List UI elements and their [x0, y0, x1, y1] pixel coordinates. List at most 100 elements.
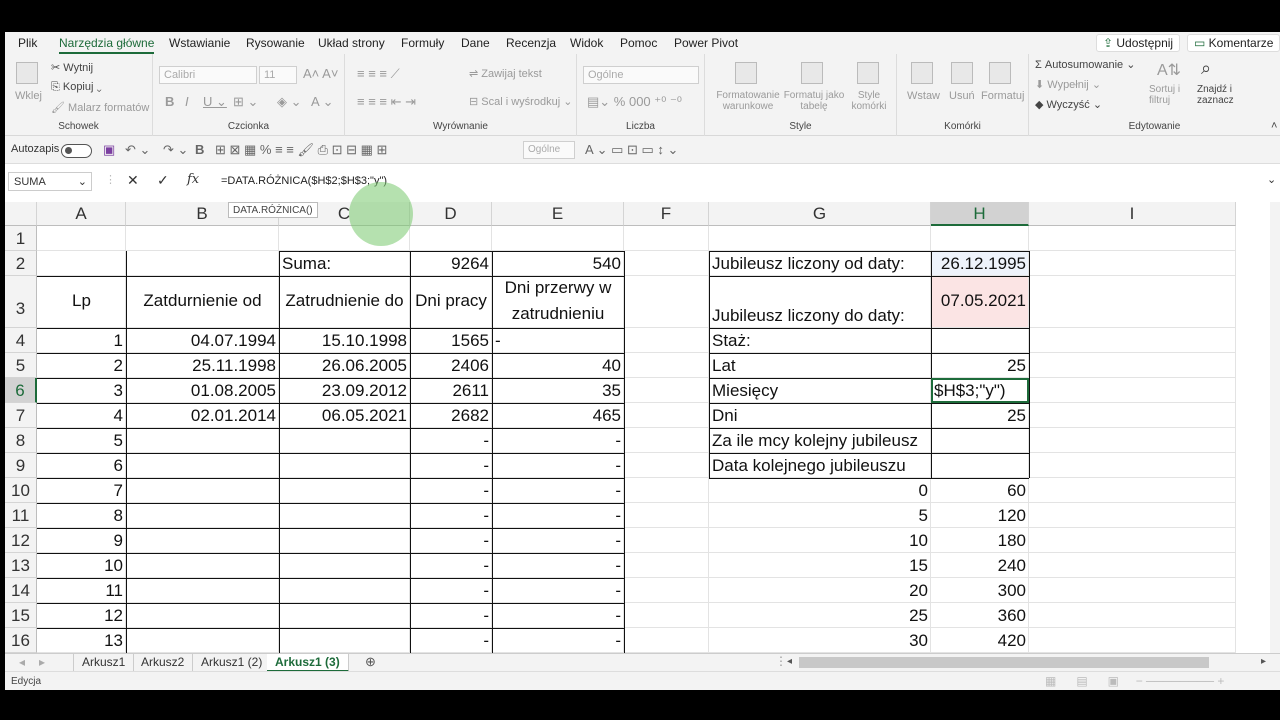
cell-E3[interactable]: Dni przerwy w zatrudnieniu — [492, 276, 624, 328]
align-left-icon[interactable]: ≡ ≡ ≡ ⇤ ⇥ — [357, 94, 416, 110]
cell-A15[interactable]: 12 — [37, 603, 126, 628]
column-header[interactable]: E — [492, 202, 624, 226]
cell-G14[interactable]: 20 — [709, 578, 931, 603]
cell-D11[interactable]: - — [410, 503, 492, 528]
tab-draw[interactable]: Rysowanie — [246, 36, 305, 50]
cell-E14[interactable]: - — [492, 578, 624, 603]
tab-formulas[interactable]: Formuły — [401, 36, 444, 50]
cell-styles-button[interactable]: Style komórki — [847, 90, 891, 112]
qat-number-format[interactable]: Ogólne — [523, 141, 575, 159]
cell-E2[interactable]: 540 — [492, 251, 624, 276]
format-painter-button[interactable]: 🖌 Malarz formatów — [51, 101, 149, 114]
fill-button[interactable]: ⬇ Wypełnij ⌄ — [1035, 78, 1101, 91]
cell-A6[interactable]: 3 — [37, 378, 126, 403]
row-header[interactable]: 8 — [5, 428, 37, 453]
row-header[interactable]: 3 — [5, 276, 37, 328]
insert-button[interactable]: Wstaw — [907, 90, 940, 102]
cell-H14[interactable]: 300 — [931, 578, 1029, 603]
row-header[interactable]: 7 — [5, 403, 37, 428]
column-header[interactable]: D — [410, 202, 492, 226]
cell-A16[interactable]: 13 — [37, 628, 126, 653]
cell-H2[interactable]: 26.12.1995 — [931, 251, 1029, 276]
cell-D2[interactable]: 9264 — [410, 251, 492, 276]
column-header[interactable]: A — [37, 202, 126, 226]
font-grow-icon[interactable]: A˄ A˅ — [303, 66, 338, 81]
cell-H16[interactable]: 420 — [931, 628, 1029, 653]
currency-icon[interactable]: ▤⌄ % 000 ⁺⁰ ⁻⁰ — [587, 94, 682, 110]
cell-D14[interactable]: - — [410, 578, 492, 603]
copy-button[interactable]: ⎘ Kopiuj ⌄ — [51, 81, 102, 94]
underline-icon[interactable]: U ⌄ — [203, 94, 227, 110]
cell-D6[interactable]: 2611 — [410, 378, 492, 403]
cell-G15[interactable]: 25 — [709, 603, 931, 628]
cell-A3[interactable]: Lp — [37, 276, 126, 328]
borders-icon[interactable]: ⊞ ⌄ — [233, 94, 258, 110]
row-header[interactable]: 15 — [5, 603, 37, 628]
autosum-button[interactable]: Σ Autosumowanie ⌄ — [1035, 58, 1135, 71]
cell-E5[interactable]: 40 — [492, 353, 624, 378]
row-header[interactable]: 9 — [5, 453, 37, 478]
cell-A11[interactable]: 8 — [37, 503, 126, 528]
cell-A13[interactable]: 10 — [37, 553, 126, 578]
cell-D4[interactable]: 1565 — [410, 328, 492, 353]
tab-page-layout[interactable]: Układ strony — [318, 36, 385, 50]
cell-H3[interactable]: 07.05.2021 — [931, 276, 1029, 328]
expand-formula-icon[interactable]: ⌄ — [1267, 173, 1276, 186]
cell-A14[interactable]: 11 — [37, 578, 126, 603]
column-header-selected[interactable]: H — [931, 202, 1029, 226]
cell-E11[interactable]: - — [492, 503, 624, 528]
cell-H13[interactable]: 240 — [931, 553, 1029, 578]
cell-E4[interactable]: - — [492, 328, 624, 353]
cell-A7[interactable]: 4 — [37, 403, 126, 428]
cell-G8[interactable]: Za ile mcy kolejny jubileusz — [709, 428, 931, 453]
sheet-tab-active[interactable]: Arkusz1 (3) — [267, 654, 349, 672]
find-select-button[interactable]: Znajdź i zaznacz — [1197, 84, 1241, 106]
row-header[interactable]: 2 — [5, 251, 37, 276]
paste-button[interactable]: Wklej — [15, 90, 42, 102]
format-button[interactable]: Formatuj — [981, 90, 1024, 102]
cell-E15[interactable]: - — [492, 603, 624, 628]
cell-B7[interactable]: 02.01.2014 — [126, 403, 279, 428]
cell-C3[interactable]: Zatrudnienie do — [279, 276, 410, 328]
cell-D3[interactable]: Dni pracy — [410, 276, 492, 328]
cell-G12[interactable]: 10 — [709, 528, 931, 553]
cell-C5[interactable]: 26.06.2005 — [279, 353, 410, 378]
cancel-icon[interactable]: ✕ — [127, 172, 139, 189]
cell-E16[interactable]: - — [492, 628, 624, 653]
view-buttons-icon[interactable]: ▦ ▤ ▣ − ──────── + — [1045, 674, 1224, 688]
cell-G11[interactable]: 5 — [709, 503, 931, 528]
share-button[interactable]: ⇪ Udostępnij — [1096, 34, 1181, 52]
tab-data[interactable]: Dane — [461, 36, 490, 50]
cell-A9[interactable]: 6 — [37, 453, 126, 478]
tab-file[interactable]: Plik — [18, 36, 37, 50]
enter-icon[interactable]: ✓ — [157, 172, 169, 189]
cell-D7[interactable]: 2682 — [410, 403, 492, 428]
tab-insert[interactable]: Wstawianie — [169, 36, 230, 50]
formula-input[interactable]: =DATA.RÓŻNICA($H$2;$H$3;"y") — [221, 175, 387, 187]
sheet-tab[interactable]: Arkusz1 (2) — [193, 654, 272, 672]
cell-H12[interactable]: 180 — [931, 528, 1029, 553]
cell-E8[interactable]: - — [492, 428, 624, 453]
cell-A4[interactable]: 1 — [37, 328, 126, 353]
cell-B6[interactable]: 01.08.2005 — [126, 378, 279, 403]
clear-button[interactable]: ◆ Wyczyść ⌄ — [1035, 98, 1102, 111]
autosave-toggle[interactable] — [61, 144, 92, 158]
tab-help[interactable]: Pomoc — [620, 36, 657, 50]
cell-D10[interactable]: - — [410, 478, 492, 503]
cell-A10[interactable]: 7 — [37, 478, 126, 503]
spreadsheet-grid[interactable]: A B C D E F G H I 1 2 3 4 5 6 7 8 9 10 11 12 13 14 15 1… — [5, 202, 1270, 653]
tab-home[interactable]: Narzędzia główne — [59, 36, 155, 54]
cell-D5[interactable]: 2406 — [410, 353, 492, 378]
column-header[interactable]: I — [1029, 202, 1236, 226]
comments-button[interactable]: ▭ Komentarze — [1187, 34, 1280, 52]
redo-icon[interactable]: ↷ ⌄ — [163, 142, 188, 158]
cell-G9[interactable]: Data kolejnego jubileuszu — [709, 453, 931, 478]
cell-E10[interactable]: - — [492, 478, 624, 503]
font-color-icon[interactable]: A ⌄ — [311, 94, 333, 110]
cell-H5[interactable]: 25 — [931, 353, 1029, 378]
function-tooltip[interactable]: DATA.RÓŻNICA() — [228, 202, 318, 218]
cell-H15[interactable]: 360 — [931, 603, 1029, 628]
cell-D16[interactable]: - — [410, 628, 492, 653]
font-name-combo[interactable]: Calibri — [159, 66, 257, 84]
cell-C2[interactable]: Suma: — [279, 251, 410, 276]
